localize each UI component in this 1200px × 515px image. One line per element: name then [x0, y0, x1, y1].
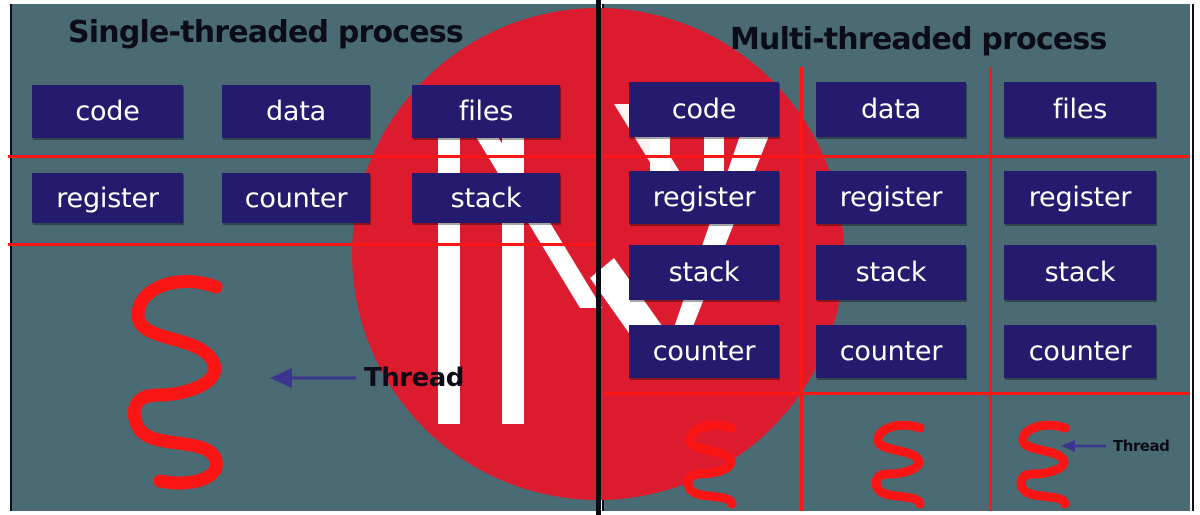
box-right-files[interactable]: files: [1004, 82, 1156, 137]
thread-squiggle-icon-2: [868, 420, 930, 512]
left-grid-hline-2: [8, 243, 598, 246]
box-right-register-2[interactable]: register: [816, 171, 966, 224]
thread-squiggle-icon-1: [680, 420, 742, 512]
right-grid-hline-1: [604, 155, 1190, 158]
diagram-canvas: Single-threaded process code data files …: [0, 0, 1200, 515]
thread-label-right: Thread: [1113, 437, 1170, 455]
box-right-data[interactable]: data: [816, 82, 966, 137]
page-title-multi-threaded: Multi-threaded process: [730, 22, 1107, 57]
box-right-counter-2[interactable]: counter: [816, 325, 966, 378]
thread-label-left: Thread: [364, 363, 464, 393]
left-arrow-icon: [1061, 440, 1106, 452]
box-right-stack-3[interactable]: stack: [1004, 245, 1156, 300]
page-title-single-threaded: Single-threaded process: [68, 15, 464, 50]
thread-annotation-left: Thread: [268, 363, 464, 393]
box-right-counter-3[interactable]: counter: [1004, 325, 1156, 378]
thread-annotation-right: Thread: [1060, 437, 1170, 455]
box-right-code[interactable]: code: [629, 82, 779, 137]
right-grid-vline-2: [989, 67, 992, 511]
box-left-data[interactable]: data: [222, 85, 370, 138]
thread-squiggle-icon: [120, 275, 230, 490]
box-right-counter-1[interactable]: counter: [629, 325, 779, 378]
right-grid-hline-2: [604, 392, 1190, 395]
box-left-stack[interactable]: stack: [412, 173, 560, 223]
left-grid-hline-1: [8, 155, 598, 158]
box-right-register-3[interactable]: register: [1004, 171, 1156, 224]
box-right-stack-1[interactable]: stack: [629, 245, 779, 300]
box-left-counter[interactable]: counter: [222, 173, 370, 223]
left-arrow-icon: [270, 368, 356, 388]
process-divider: [596, 0, 601, 515]
box-left-register[interactable]: register: [32, 173, 183, 223]
box-right-stack-2[interactable]: stack: [816, 245, 966, 300]
right-grid-vline-1: [800, 67, 803, 511]
box-left-code[interactable]: code: [32, 85, 183, 138]
thread-squiggle-icon-3: [1013, 420, 1075, 512]
box-left-files[interactable]: files: [412, 85, 560, 138]
box-right-register-1[interactable]: register: [629, 171, 779, 224]
